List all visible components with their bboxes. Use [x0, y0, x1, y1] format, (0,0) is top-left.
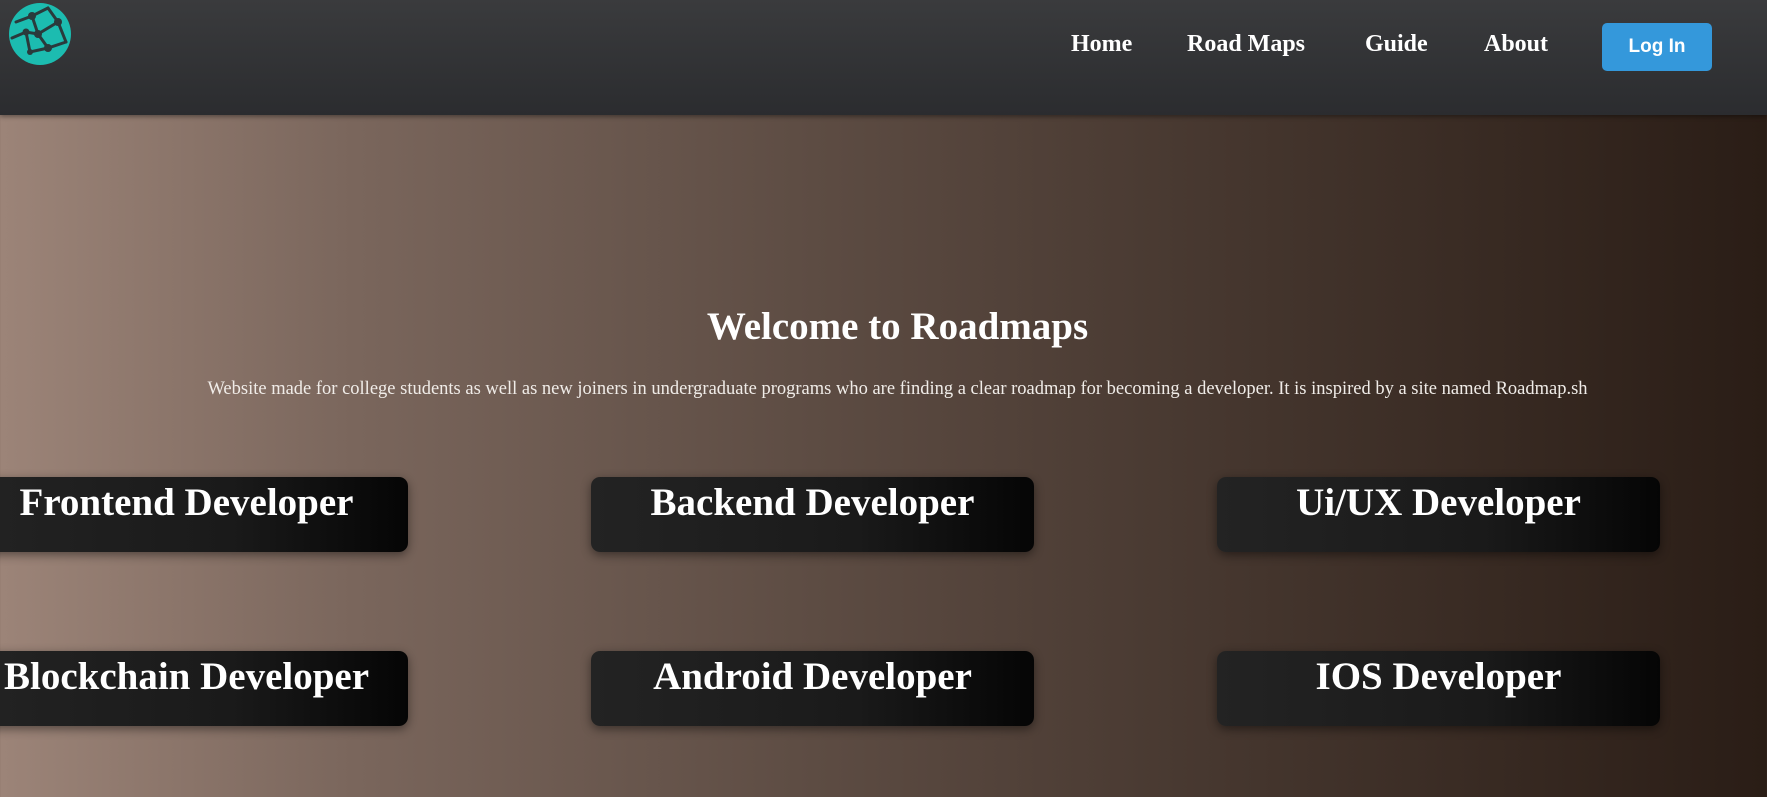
- login-button[interactable]: Log In: [1602, 23, 1712, 71]
- roadmap-card-blockchain[interactable]: Blockchain Developer: [0, 651, 408, 726]
- roadmap-card-title: Backend Developer: [650, 481, 975, 524]
- roadmap-card-title: Android Developer: [653, 655, 972, 698]
- roadmap-card-title: Blockchain Developer: [3, 655, 370, 698]
- nav-link-home[interactable]: Home: [1071, 31, 1132, 58]
- roadmap-card-uiux[interactable]: Ui/UX Developer: [1217, 477, 1660, 552]
- roadmap-card-title: Ui/UX Developer: [1296, 481, 1581, 524]
- globe-network-icon[interactable]: [8, 2, 72, 66]
- nav-link-road-maps[interactable]: Road Maps: [1187, 31, 1305, 58]
- nav-link-guide[interactable]: Guide: [1365, 31, 1428, 58]
- roadmap-card-ios[interactable]: IOS Developer: [1217, 651, 1660, 726]
- navbar: Home Road Maps Guide About Log In: [0, 0, 1767, 115]
- roadmap-card-title: Frontend Developer: [19, 481, 354, 524]
- roadmap-card-backend[interactable]: Backend Developer: [591, 477, 1034, 552]
- nav-link-about[interactable]: About: [1484, 31, 1548, 58]
- roadmap-card-frontend[interactable]: Frontend Developer: [0, 477, 408, 552]
- roadmap-card-android[interactable]: Android Developer: [591, 651, 1034, 726]
- roadmap-card-title: IOS Developer: [1315, 655, 1562, 698]
- page-title: Welcome to Roadmaps: [706, 305, 1089, 348]
- hero-description: Website made for college students as wel…: [207, 379, 1588, 399]
